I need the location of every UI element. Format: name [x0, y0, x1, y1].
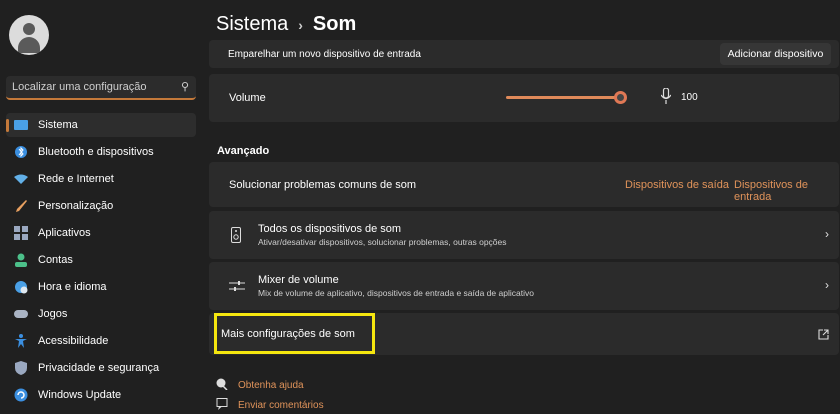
mixer-icon: [229, 279, 245, 297]
chevron-right-icon: ›: [825, 227, 829, 241]
input-devices-link[interactable]: Dispositivos de entrada: [734, 179, 839, 203]
update-icon: [14, 388, 28, 402]
page-title: Som: [312, 13, 357, 35]
breadcrumb: Sistema › Som: [216, 13, 356, 36]
brush-icon: [14, 199, 28, 213]
sidebar-item-privacidade[interactable]: Privacidade e segurança: [6, 356, 196, 380]
sidebar-item-label: Bluetooth e dispositivos: [38, 146, 154, 158]
volume-label: Volume: [229, 92, 266, 104]
volume-value: 100: [681, 92, 698, 103]
globe-clock-icon: [14, 280, 28, 294]
breadcrumb-parent[interactable]: Sistema: [216, 13, 288, 36]
search-icon: ⚲: [180, 81, 189, 93]
sidebar-item-jogos[interactable]: Jogos: [6, 302, 196, 326]
sidebar-item-windows-update[interactable]: Windows Update: [6, 383, 196, 407]
sidebar-item-label: Hora e idioma: [38, 281, 107, 293]
all-devices-subtitle: Ativar/desativar dispositivos, soluciona…: [258, 237, 507, 247]
sidebar-item-label: Acessibilidade: [38, 335, 109, 347]
person-icon: [14, 253, 28, 267]
sidebar-item-bluetooth[interactable]: Bluetooth e dispositivos: [6, 140, 196, 164]
avatar-body: [18, 37, 40, 53]
sidebar-item-acessibilidade[interactable]: Acessibilidade: [6, 329, 196, 353]
sidebar-item-label: Personalização: [38, 200, 114, 212]
sidebar-item-label: Jogos: [38, 308, 68, 320]
sidebar-item-contas[interactable]: Contas: [6, 248, 196, 272]
apps-icon: [14, 226, 28, 240]
speaker-device-icon: [231, 227, 241, 248]
troubleshoot-card: Solucionar problemas comuns de som Dispo…: [209, 162, 839, 207]
sidebar-item-label: Contas: [38, 254, 73, 266]
sidebar: Localizar uma configuração ⚲ Sistema Blu…: [0, 0, 203, 414]
sidebar-item-label: Aplicativos: [38, 227, 91, 239]
help-icon: [216, 378, 228, 393]
all-devices-title: Todos os dispositivos de som: [258, 223, 402, 235]
accessibility-icon: [14, 334, 28, 348]
highlight-box: [214, 313, 375, 354]
get-help-link[interactable]: Obtenha ajuda: [238, 380, 304, 391]
search-placeholder: Localizar uma configuração: [12, 81, 147, 93]
pair-device-label: Emparelhar um novo dispositivo de entrad…: [228, 49, 421, 60]
wifi-icon: [14, 172, 28, 186]
volume-mixer-card[interactable]: Mixer de volume Mix de volume de aplicat…: [209, 262, 839, 310]
microphone-icon[interactable]: [660, 87, 672, 109]
sidebar-item-label: Rede e Internet: [38, 173, 114, 185]
troubleshoot-label: Solucionar problemas comuns de som: [229, 179, 417, 191]
mixer-subtitle: Mix de volume de aplicativo, dispositivo…: [258, 288, 534, 298]
chevron-right-icon: ›: [825, 278, 829, 292]
breadcrumb-separator: ›: [298, 16, 303, 33]
sidebar-item-rede[interactable]: Rede e Internet: [6, 167, 196, 191]
shield-icon: [14, 361, 28, 375]
mixer-title: Mixer de volume: [258, 274, 339, 286]
sidebar-item-label: Windows Update: [38, 389, 122, 401]
send-feedback-link[interactable]: Enviar comentários: [238, 400, 324, 411]
avatar-head: [23, 23, 35, 35]
sidebar-item-aplicativos[interactable]: Aplicativos: [6, 221, 196, 245]
output-devices-link[interactable]: Dispositivos de saída: [625, 179, 729, 191]
all-sound-devices-card[interactable]: Todos os dispositivos de som Ativar/desa…: [209, 211, 839, 259]
volume-slider-track[interactable]: [506, 96, 626, 99]
section-title-advanced: Avançado: [217, 145, 270, 157]
gamepad-icon: [14, 307, 28, 321]
monitor-icon: [14, 118, 28, 132]
sidebar-item-sistema[interactable]: Sistema: [6, 113, 196, 137]
feedback-icon: [216, 398, 228, 413]
sidebar-item-label: Privacidade e segurança: [38, 362, 160, 374]
external-link-icon: [818, 327, 829, 345]
sidebar-item-personalizacao[interactable]: Personalização: [6, 194, 196, 218]
pair-device-card: Emparelhar um novo dispositivo de entrad…: [209, 40, 839, 68]
search-input[interactable]: Localizar uma configuração ⚲: [6, 76, 196, 100]
add-device-button[interactable]: Adicionar dispositivo: [720, 43, 831, 65]
volume-slider-thumb[interactable]: [614, 91, 627, 104]
active-indicator: [6, 119, 9, 132]
bluetooth-icon: [14, 145, 28, 159]
sidebar-item-hora[interactable]: Hora e idioma: [6, 275, 196, 299]
avatar[interactable]: [9, 15, 49, 55]
sidebar-item-label: Sistema: [38, 119, 78, 131]
